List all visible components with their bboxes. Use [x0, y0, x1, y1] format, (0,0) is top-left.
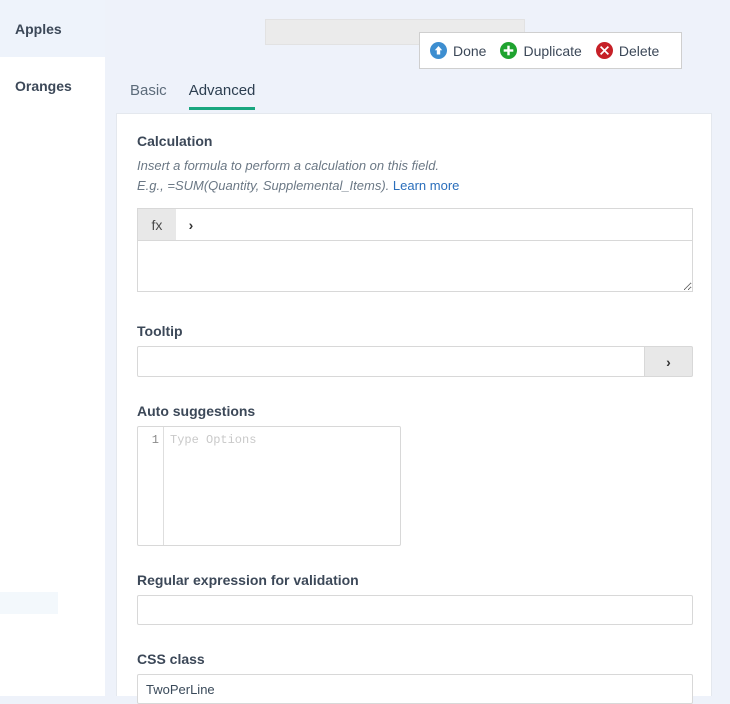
delete-button[interactable]: Delete	[595, 42, 660, 59]
regex-section: Regular expression for validation	[137, 572, 693, 625]
tooltip-section: Tooltip ›	[137, 323, 693, 377]
regex-label: Regular expression for validation	[137, 572, 359, 588]
tooltip-row: ›	[137, 346, 693, 377]
arrow-up-circle-icon	[430, 42, 447, 59]
css-class-input[interactable]	[137, 674, 693, 704]
tooltip-input[interactable]	[137, 346, 645, 377]
auto-suggestions-placeholder[interactable]: Type Options	[164, 427, 400, 545]
tab-advanced-label: Advanced	[188, 82, 256, 99]
css-class-section: CSS class	[137, 651, 693, 704]
calculation-label: Calculation	[137, 133, 213, 149]
tab-advanced[interactable]: Advanced	[188, 82, 256, 110]
x-circle-icon	[595, 42, 613, 59]
done-button[interactable]: Done	[430, 42, 486, 59]
plus-circle-icon	[500, 42, 518, 59]
tab-basic-label: Basic	[130, 82, 167, 99]
formula-bar: fx ›	[137, 208, 693, 241]
chevron-right-icon[interactable]: ›	[176, 209, 206, 240]
duplicate-button[interactable]: Duplicate	[500, 42, 582, 59]
calculation-helper-line2: E.g., =SUM(Quantity, Supplemental_Items)…	[137, 178, 460, 193]
sidebar-item-label: Apples	[15, 20, 62, 37]
calculation-helper-line1: Insert a formula to perform a calculatio…	[137, 158, 440, 173]
advanced-settings-form: Calculation Insert a formula to perform …	[137, 133, 693, 704]
auto-suggestions-section: Auto suggestions 1 Type Options	[137, 403, 693, 546]
formula-textarea[interactable]	[137, 240, 693, 292]
calculation-section: Calculation Insert a formula to perform …	[137, 133, 693, 297]
calculation-helper-text: Insert a formula to perform a calculatio…	[137, 156, 693, 196]
auto-suggestions-label: Auto suggestions	[137, 403, 256, 419]
tooltip-expand-chevron-icon[interactable]: ›	[645, 346, 693, 377]
sidebar-item-apples[interactable]: Apples	[0, 0, 105, 57]
tab-bar: Basic Advanced	[116, 82, 712, 113]
tab-basic[interactable]: Basic	[130, 82, 167, 110]
regex-input[interactable]	[137, 595, 693, 625]
auto-suggestions-editor[interactable]: 1 Type Options	[137, 426, 401, 546]
css-class-label: CSS class	[137, 651, 205, 667]
tooltip-label: Tooltip	[137, 323, 183, 339]
editor-line-number: 1	[138, 427, 164, 545]
action-toolbar: Done Duplicate Delete	[419, 32, 682, 69]
sidebar-item-oranges[interactable]: Oranges	[0, 57, 105, 114]
delete-button-label: Delete	[618, 42, 660, 59]
learn-more-link[interactable]: Learn more	[393, 178, 459, 193]
sidebar-item-label: Oranges	[15, 77, 72, 94]
duplicate-button-label: Duplicate	[523, 42, 582, 59]
sidebar-partial-row[interactable]: p	[0, 592, 58, 614]
fx-button[interactable]: fx	[138, 209, 176, 240]
done-button-label: Done	[453, 42, 487, 59]
